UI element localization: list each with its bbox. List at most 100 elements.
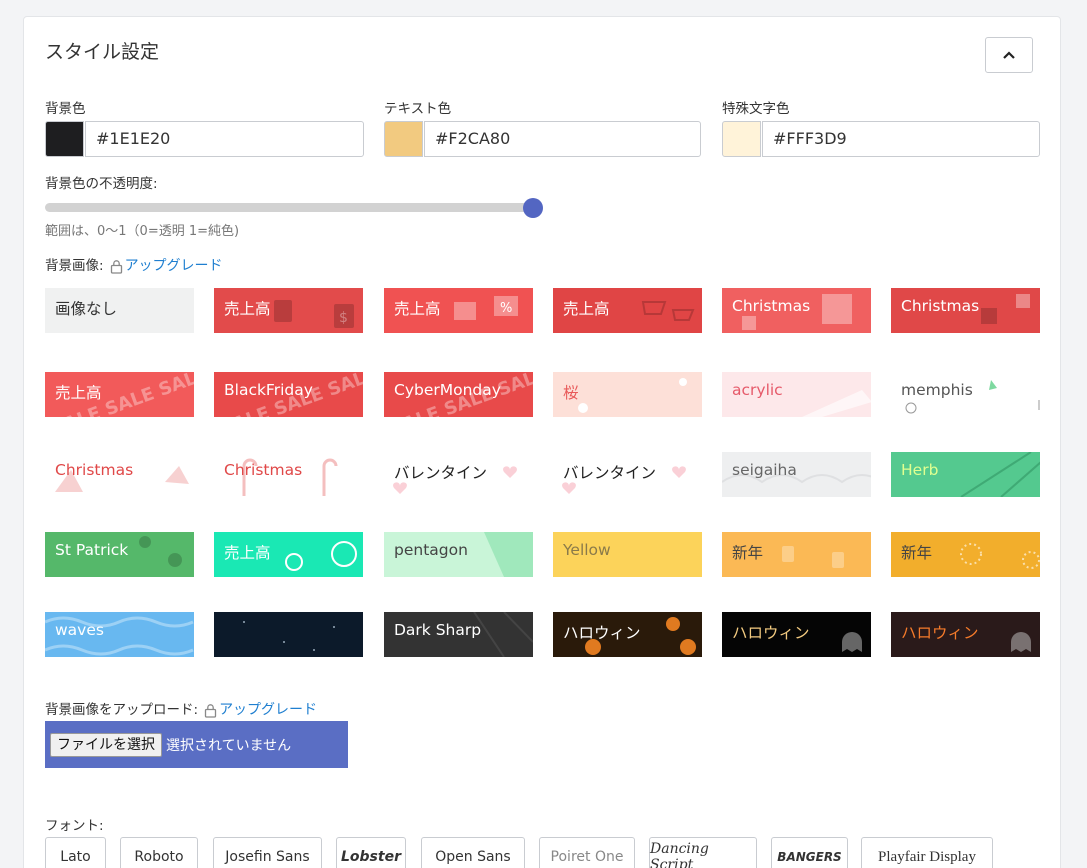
opacity-slider[interactable] — [45, 198, 543, 218]
bg-color-swatch[interactable] — [45, 121, 84, 157]
bg-image-option-label: バレンタイン — [563, 464, 657, 482]
bg-image-label-text: 背景画像: — [45, 258, 104, 274]
bg-image-option-label: ハロウィン — [563, 624, 641, 642]
bg-image-option-label: Christmas — [55, 461, 134, 479]
bg-image-option-label: Christmas — [732, 297, 811, 315]
svg-text:%: % — [500, 301, 512, 316]
bg-image-option[interactable]: 新年 — [891, 532, 1040, 577]
file-status-text: 選択されていません — [166, 738, 292, 754]
font-option[interactable]: Dancing Script — [649, 837, 757, 868]
bg-image-option-label: 新年 — [901, 544, 933, 562]
text-color-input[interactable]: #F2CA80 — [424, 121, 701, 157]
bg-image-option[interactable]: Christmas — [45, 452, 194, 497]
bg-image-option-label: waves — [55, 621, 104, 639]
special-color-label: 特殊文字色 — [722, 101, 790, 117]
bg-image-option[interactable]: ハロウィン — [891, 612, 1040, 657]
bg-image-option[interactable]: SALE SALE SALE SALEBlackFriday — [214, 372, 363, 417]
bg-image-option-label: Dark Sharp — [394, 621, 482, 639]
bg-image-option-label: ハロウィン — [732, 624, 810, 642]
bg-image-option-label: 売上高 — [394, 300, 441, 318]
bg-image-option[interactable]: waves — [45, 612, 194, 657]
special-color-input[interactable]: #FFF3D9 — [762, 121, 1040, 157]
opacity-slider-thumb[interactable] — [523, 198, 543, 218]
bg-image-option[interactable]: バレンタイン — [384, 452, 533, 497]
text-color-picker: #F2CA80 — [384, 121, 701, 157]
bg-image-option-label: 桜 — [563, 384, 579, 402]
bg-image-option-label: 新年 — [732, 544, 764, 562]
bg-image-option-label: 画像なし — [55, 300, 118, 318]
bg-image-option[interactable]: % 売上高 — [384, 288, 533, 333]
lock-icon — [110, 259, 122, 274]
bg-image-option[interactable]: バレンタイン — [553, 452, 702, 497]
bg-image-option-label: BlackFriday — [224, 381, 313, 399]
bg-image-option[interactable]: ハロウィン — [722, 612, 871, 657]
bg-image-option[interactable]: 売上高 — [214, 532, 363, 577]
bg-image-option[interactable]: Christmas — [722, 288, 871, 333]
bg-color-label: 背景色 — [45, 101, 86, 117]
font-option[interactable]: Lobster — [336, 837, 406, 868]
bg-image-option-label: Christmas — [901, 297, 980, 315]
bg-image-option[interactable]: seigaiha — [722, 452, 871, 497]
font-option[interactable]: Lato — [45, 837, 106, 868]
bg-image-upgrade-link[interactable]: アップグレード — [125, 258, 223, 274]
bg-image-option[interactable]: 新年 — [722, 532, 871, 577]
bg-image-option-label: CyberMonday — [394, 381, 501, 399]
font-label: フォント: — [45, 818, 104, 834]
bg-image-option[interactable]: Christmas — [891, 288, 1040, 333]
opacity-hint: 範囲は、0〜1（0=透明 1=純色) — [45, 224, 240, 239]
font-option[interactable]: Poiret One — [539, 837, 635, 868]
bg-image-option-label: 売上高 — [224, 300, 271, 318]
bg-image-option[interactable] — [214, 612, 363, 657]
bg-image-option[interactable]: SALE SALE SALE SALE売上高 — [45, 372, 194, 417]
bg-image-option[interactable]: pentagon — [384, 532, 533, 577]
choose-file-button[interactable]: ファイルを選択 — [50, 733, 162, 757]
bg-image-option-label: Christmas — [224, 461, 303, 479]
chevron-up-icon — [1003, 51, 1015, 59]
bg-image-label: 背景画像: アップグレード — [45, 254, 223, 275]
collapse-button[interactable] — [985, 37, 1033, 73]
upload-label-text: 背景画像をアップロード: — [45, 702, 199, 718]
lock-icon — [204, 703, 217, 718]
bg-image-option-label: St Patrick — [55, 541, 129, 559]
font-option[interactable]: Josefin Sans — [213, 837, 322, 868]
bg-image-option-label: seigaiha — [732, 461, 797, 479]
panel-title: スタイル設定 — [45, 41, 160, 63]
bg-image-option[interactable]: 桜 — [553, 372, 702, 417]
bg-image-option-label: Yellow — [563, 541, 611, 559]
bg-image-option-label: ハロウィン — [901, 624, 979, 642]
bg-image-option-label: 売上高 — [224, 544, 271, 562]
upload-upgrade-link[interactable]: アップグレード — [219, 702, 317, 718]
file-upload-control: ファイルを選択 選択されていません — [45, 721, 348, 768]
svg-text:$: $ — [339, 310, 348, 326]
bg-image-option[interactable]: $ 売上高 — [214, 288, 363, 333]
font-option[interactable]: Playfair Display — [861, 837, 993, 868]
bg-image-option[interactable]: 画像なし — [45, 288, 194, 333]
bg-image-option-label: 売上高 — [563, 300, 610, 318]
bg-image-option-label: pentagon — [394, 541, 468, 559]
special-color-picker: #FFF3D9 — [722, 121, 1040, 157]
bg-pattern — [243, 621, 335, 651]
bg-image-option[interactable]: ハロウィン — [553, 612, 702, 657]
upload-label: 背景画像をアップロード: アップグレード — [45, 698, 317, 719]
bg-image-option[interactable]: 売上高 — [553, 288, 702, 333]
bg-image-option[interactable]: St Patrick — [45, 532, 194, 577]
font-option[interactable]: Open Sans — [421, 837, 525, 868]
bg-image-option-label: バレンタイン — [394, 464, 488, 482]
font-option[interactable]: BANGERS — [771, 837, 848, 868]
special-color-swatch[interactable] — [722, 121, 761, 157]
bg-image-option[interactable]: Yellow — [553, 532, 702, 577]
bg-image-option[interactable]: Dark Sharp — [384, 612, 533, 657]
bg-color-input[interactable]: #1E1E20 — [85, 121, 364, 157]
font-option[interactable]: Roboto — [120, 837, 198, 868]
bg-image-option[interactable]: SALE SALE SALE SALECyberMonday — [384, 372, 533, 417]
bg-image-option-label: 売上高 — [55, 384, 102, 402]
bg-image-option[interactable]: memphis — [891, 372, 1040, 417]
bg-image-option[interactable]: Herb — [891, 452, 1040, 497]
text-color-label: テキスト色 — [384, 101, 452, 117]
text-color-swatch[interactable] — [384, 121, 423, 157]
bg-image-option-label: memphis — [901, 381, 973, 399]
opacity-label: 背景色の不透明度: — [45, 176, 158, 192]
bg-image-option[interactable]: Christmas — [214, 452, 363, 497]
bg-image-option-label: Herb — [901, 461, 939, 479]
bg-image-option[interactable]: acrylic — [722, 372, 871, 417]
